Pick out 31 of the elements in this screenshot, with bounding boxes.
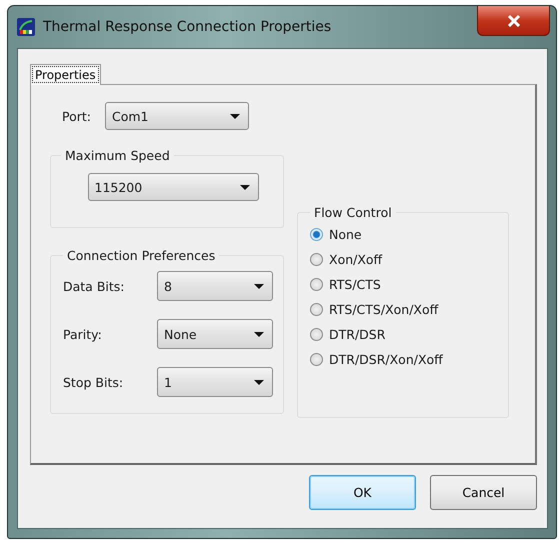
app-icon bbox=[17, 18, 35, 36]
dropdown[interactable]: None bbox=[157, 319, 273, 349]
dropdown[interactable]: 8 bbox=[157, 271, 273, 301]
radio-option[interactable]: RTS/CTS/Xon/Xoff bbox=[310, 301, 496, 317]
dialog-button[interactable]: Cancel bbox=[430, 475, 537, 510]
radio-button[interactable] bbox=[310, 328, 323, 340]
radio-option[interactable]: None bbox=[310, 226, 496, 242]
radio-option[interactable]: Xon/Xoff bbox=[310, 251, 496, 267]
radio-option[interactable]: DTR/DSR/Xon/Xoff bbox=[310, 351, 496, 367]
group-title: Maximum Speed bbox=[64, 148, 171, 163]
group-title: Flow Control bbox=[313, 205, 393, 220]
speed-dropdown[interactable]: 115200 bbox=[88, 173, 258, 201]
radio-option[interactable]: DTR/DSR bbox=[310, 326, 496, 342]
radio-button[interactable] bbox=[310, 252, 323, 266]
tab[interactable]: Properties bbox=[30, 64, 101, 85]
group-title: Connection Preferences bbox=[66, 248, 216, 263]
radio-button[interactable] bbox=[310, 228, 323, 240]
port-label: Port: bbox=[62, 108, 91, 124]
radio-button[interactable] bbox=[310, 352, 323, 366]
radio-button[interactable] bbox=[310, 278, 323, 290]
window-title: Thermal Response Connection Properties bbox=[43, 19, 332, 35]
field-label: Stop Bits: bbox=[63, 374, 124, 390]
dropdown[interactable]: 1 bbox=[157, 367, 273, 397]
radio-button[interactable] bbox=[310, 302, 323, 316]
close-icon bbox=[506, 14, 520, 26]
field-label: Data Bits: bbox=[63, 278, 124, 294]
dialog-button[interactable]: OK bbox=[309, 475, 416, 510]
port-dropdown[interactable]: Com1 bbox=[105, 102, 249, 130]
field-label: Parity: bbox=[63, 326, 102, 342]
radio-option[interactable]: RTS/CTS bbox=[310, 276, 496, 292]
close-button[interactable] bbox=[477, 6, 550, 36]
